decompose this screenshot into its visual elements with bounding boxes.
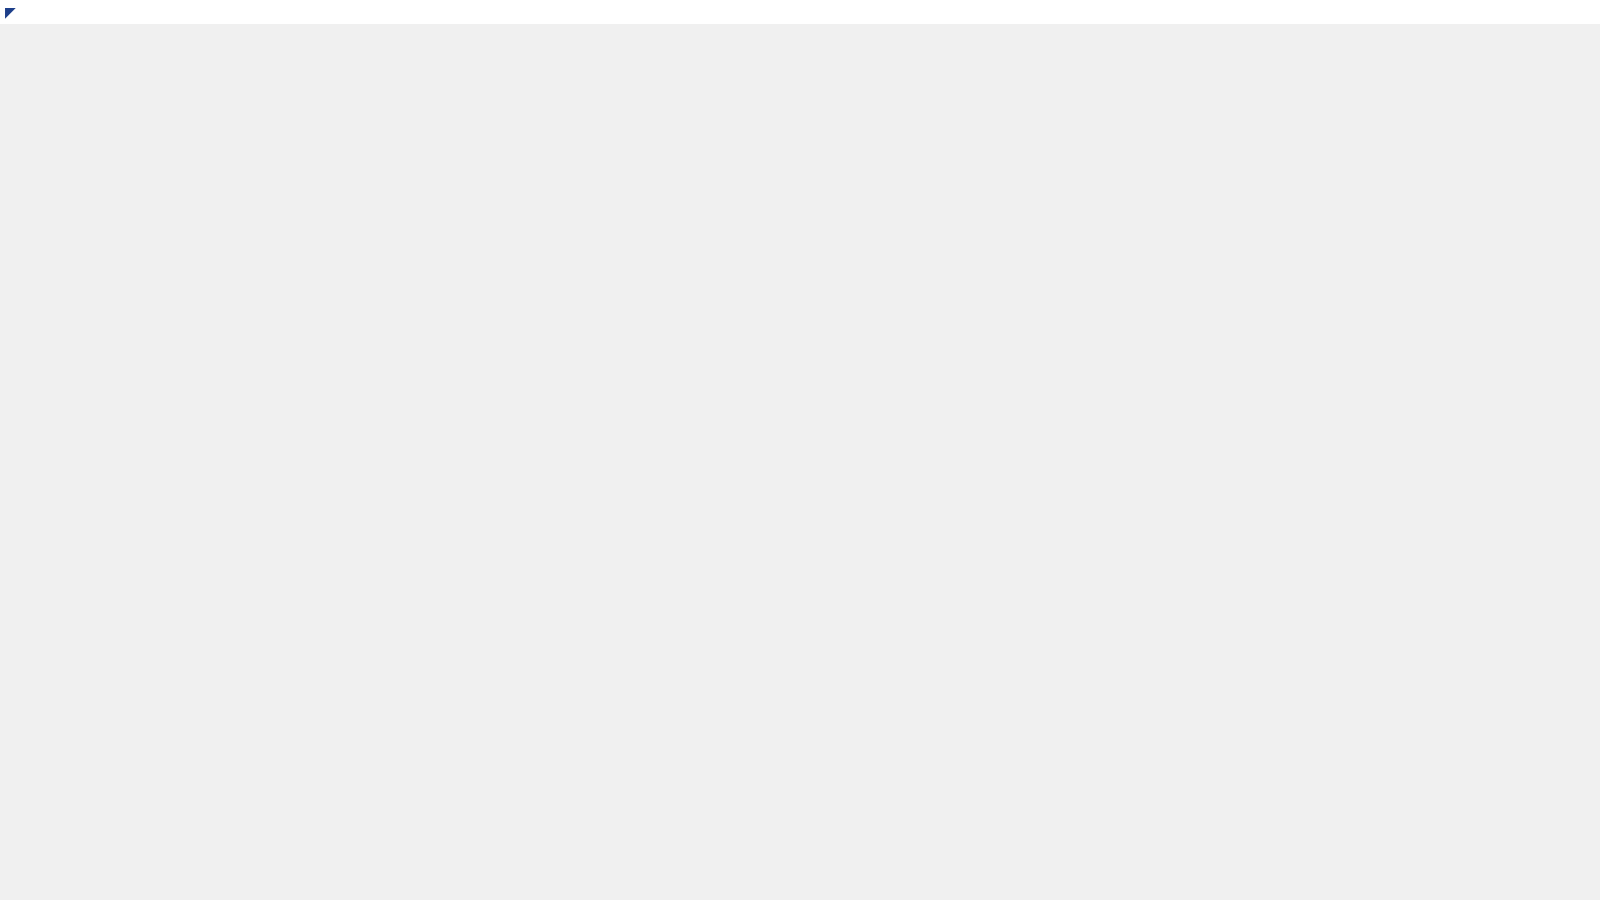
- vcarve-logo-icon: ◤: [5, 4, 16, 20]
- title-bar: ◤: [0, 0, 1600, 24]
